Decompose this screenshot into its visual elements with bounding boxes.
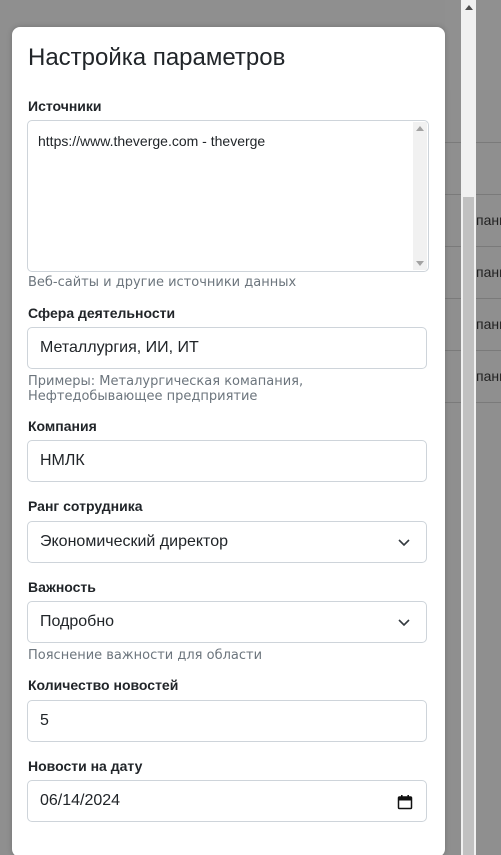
sphere-hint: Примеры: Металургическая комапания, Нефт… xyxy=(28,374,304,404)
sphere-label: Сфера деятельности xyxy=(28,305,176,321)
page-scrollbar-thumb[interactable] xyxy=(463,197,474,855)
chevron-down-icon xyxy=(398,539,410,547)
company-label: Компания xyxy=(28,418,97,434)
sources-label: Источники xyxy=(28,98,102,114)
sources-textarea[interactable]: https://www.theverge.com - theverge xyxy=(27,120,429,272)
company-input[interactable]: НМЛК xyxy=(27,440,427,482)
table-cell: пани xyxy=(476,264,501,280)
textarea-scroll-down-icon[interactable] xyxy=(416,261,424,266)
rank-value: Экономический директор xyxy=(40,533,228,550)
company-value: НМЛК xyxy=(40,452,85,469)
table-cell: пани xyxy=(476,212,501,228)
rank-select[interactable]: Экономический директор xyxy=(27,521,427,563)
sources-value: https://www.theverge.com - theverge xyxy=(38,133,266,149)
sources-hint: Веб-сайты и другие источники данных xyxy=(28,275,297,290)
scroll-up-arrow-icon[interactable] xyxy=(463,2,474,12)
sphere-value: Металлургия, ИИ, ИТ xyxy=(40,339,199,356)
importance-hint: Пояснение важности для области xyxy=(28,648,263,663)
news-count-input[interactable]: 5 xyxy=(27,700,427,742)
news-date-label: Новости на дату xyxy=(28,758,143,774)
importance-select[interactable]: Подробно xyxy=(27,601,427,643)
news-count-value: 5 xyxy=(40,712,49,729)
news-date-input[interactable]: 06/14/2024 xyxy=(27,780,427,822)
chevron-down-icon xyxy=(398,619,410,627)
news-date-value: 06/14/2024 xyxy=(40,792,121,809)
importance-value: Подробно xyxy=(40,613,115,630)
importance-label: Важность xyxy=(28,579,96,595)
modal-title: Настройка параметров xyxy=(28,44,286,71)
textarea-scrollbar[interactable] xyxy=(413,122,427,270)
news-count-label: Количество новостей xyxy=(28,677,179,693)
calendar-icon[interactable] xyxy=(397,794,413,810)
rank-label: Ранг сотрудника xyxy=(28,498,143,514)
textarea-scroll-up-icon[interactable] xyxy=(416,126,424,131)
table-cell: пани xyxy=(476,368,501,384)
sphere-input[interactable]: Металлургия, ИИ, ИТ xyxy=(27,327,427,369)
table-cell: пани xyxy=(476,316,501,332)
